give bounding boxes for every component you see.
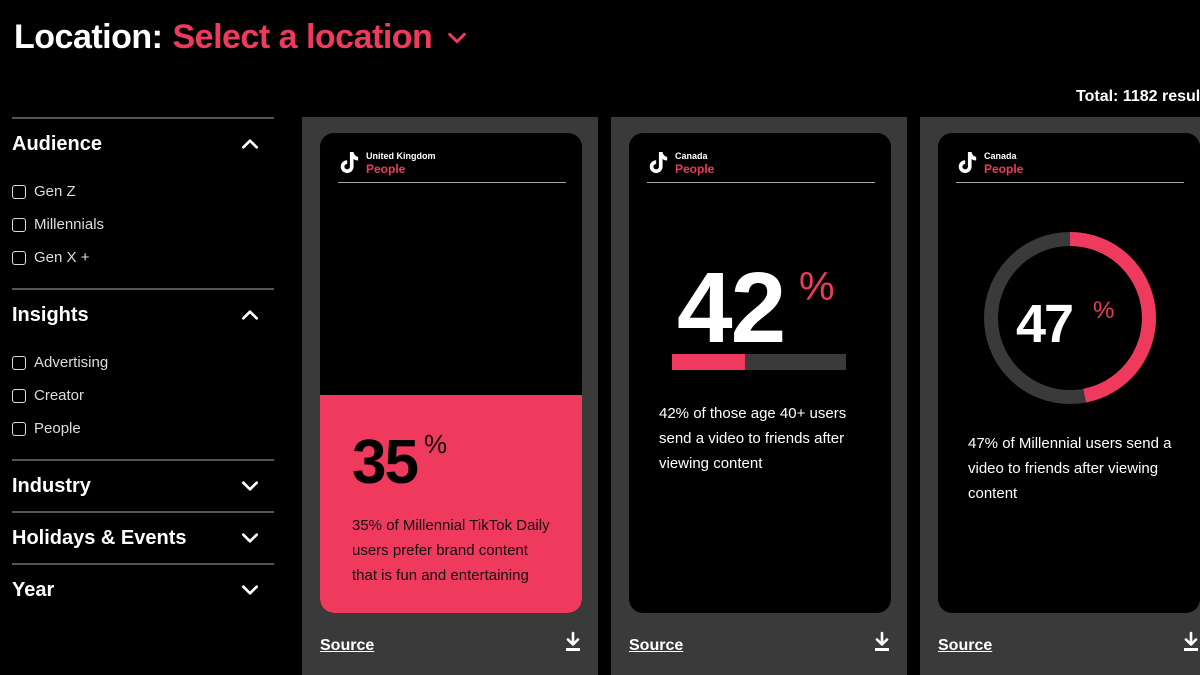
location-selector[interactable]: Location: Select a location bbox=[14, 18, 468, 57]
filter-sidebar: Audience Gen Z Millennials Gen X + Insig… bbox=[12, 117, 274, 615]
filter-option-label: Advertising bbox=[34, 354, 109, 371]
chevron-up-icon[interactable] bbox=[240, 305, 260, 325]
progress-bar-track bbox=[672, 354, 846, 370]
filter-option-people[interactable]: People bbox=[12, 412, 274, 445]
results-total: Total: 1182 results bbox=[1076, 88, 1200, 105]
chevron-up-icon[interactable] bbox=[240, 134, 260, 154]
insight-card-column: Canada People 42 % 42% of those age 40+ … bbox=[611, 117, 907, 675]
filter-section-year: Year bbox=[12, 563, 274, 615]
percent-sign: % bbox=[424, 429, 448, 459]
filter-option-label: People bbox=[34, 420, 81, 437]
percent-sign: % bbox=[1093, 297, 1115, 324]
stat-value: 42 bbox=[677, 252, 786, 364]
stat-value: 35 bbox=[352, 428, 419, 497]
filter-section-title: Holidays & Events bbox=[12, 526, 187, 549]
download-icon[interactable] bbox=[564, 631, 582, 653]
chevron-down-icon[interactable] bbox=[240, 580, 260, 600]
filter-option-label: Creator bbox=[34, 387, 85, 404]
filter-section-title: Audience bbox=[12, 132, 103, 155]
checkbox[interactable] bbox=[12, 355, 26, 370]
card-category: People bbox=[984, 162, 1024, 176]
filter-options: Gen Z Millennials Gen X + bbox=[12, 169, 274, 288]
filter-option-label: Gen Z bbox=[34, 183, 76, 200]
card-header: Canada People bbox=[956, 147, 1184, 183]
checkbox[interactable] bbox=[12, 421, 26, 436]
insight-card-column: Canada People 47 % 47% of Millennial use… bbox=[920, 117, 1200, 675]
filter-option-gen-x[interactable]: Gen X + bbox=[12, 241, 274, 274]
filter-section-insights: Insights Advertising Creator People bbox=[12, 288, 274, 459]
card-country: United Kingdom bbox=[366, 151, 436, 161]
filter-section-holidays-events: Holidays & Events bbox=[12, 511, 274, 563]
stat-description: 35% of Millennial TikTok Daily users pre… bbox=[352, 517, 550, 584]
filter-options: Advertising Creator People bbox=[12, 340, 274, 459]
insight-card[interactable]: United Kingdom People 35 % 35% of Millen… bbox=[320, 133, 582, 613]
card-category: People bbox=[366, 162, 406, 176]
filter-section-header[interactable]: Insights bbox=[12, 290, 274, 340]
percent-sign: % bbox=[799, 265, 835, 309]
location-label: Location: bbox=[14, 18, 163, 56]
checkbox[interactable] bbox=[12, 184, 26, 199]
filter-section-header[interactable]: Audience bbox=[12, 119, 274, 169]
filter-option-gen-z[interactable]: Gen Z bbox=[12, 175, 274, 208]
checkbox[interactable] bbox=[12, 217, 26, 232]
insight-card[interactable]: Canada People 42 % 42% of those age 40+ … bbox=[629, 133, 891, 613]
stat-description: 42% of those age 40+ users send a video … bbox=[659, 405, 847, 472]
card-header: United Kingdom People bbox=[338, 147, 566, 183]
chevron-down-icon[interactable] bbox=[446, 27, 468, 49]
source-link[interactable]: Source bbox=[938, 637, 992, 655]
tiktok-icon bbox=[958, 152, 977, 174]
filter-option-advertising[interactable]: Advertising bbox=[12, 346, 274, 379]
checkbox[interactable] bbox=[12, 250, 26, 265]
card-category: People bbox=[675, 162, 715, 176]
source-link[interactable]: Source bbox=[629, 637, 683, 655]
card-country: Canada bbox=[675, 151, 708, 161]
stat-value: 47 bbox=[1016, 294, 1074, 354]
source-link[interactable]: Source bbox=[320, 637, 374, 655]
stat-description: 47% of Millennial users send a video to … bbox=[968, 435, 1172, 502]
filter-section-header[interactable]: Year bbox=[12, 565, 274, 615]
chevron-down-icon[interactable] bbox=[240, 476, 260, 496]
filter-section-audience: Audience Gen Z Millennials Gen X + bbox=[12, 117, 274, 288]
filter-section-title: Insights bbox=[12, 303, 89, 326]
filter-option-label: Gen X + bbox=[34, 249, 90, 266]
location-value[interactable]: Select a location bbox=[172, 18, 432, 57]
filter-option-label: Millennials bbox=[34, 216, 105, 233]
insight-card-column: United Kingdom People 35 % 35% of Millen… bbox=[302, 117, 598, 675]
card-country: Canada bbox=[984, 151, 1017, 161]
tiktok-icon bbox=[340, 152, 359, 174]
filter-option-millennials[interactable]: Millennials bbox=[12, 208, 274, 241]
filter-section-header[interactable]: Holidays & Events bbox=[12, 513, 274, 563]
progress-bar-fill bbox=[672, 354, 746, 370]
download-icon[interactable] bbox=[1182, 631, 1200, 653]
filter-section-title: Industry bbox=[12, 474, 91, 497]
checkbox[interactable] bbox=[12, 388, 26, 403]
filter-option-creator[interactable]: Creator bbox=[12, 379, 274, 412]
tiktok-icon bbox=[649, 152, 668, 174]
filter-section-industry: Industry bbox=[12, 459, 274, 511]
insight-card[interactable]: Canada People 47 % 47% of Millennial use… bbox=[938, 133, 1200, 613]
chevron-down-icon[interactable] bbox=[240, 528, 260, 548]
card-header: Canada People bbox=[647, 147, 875, 183]
download-icon[interactable] bbox=[873, 631, 891, 653]
filter-section-title: Year bbox=[12, 578, 55, 601]
stat-panel: 35 % 35% of Millennial TikTok Daily user… bbox=[320, 395, 582, 613]
filter-section-header[interactable]: Industry bbox=[12, 461, 274, 511]
